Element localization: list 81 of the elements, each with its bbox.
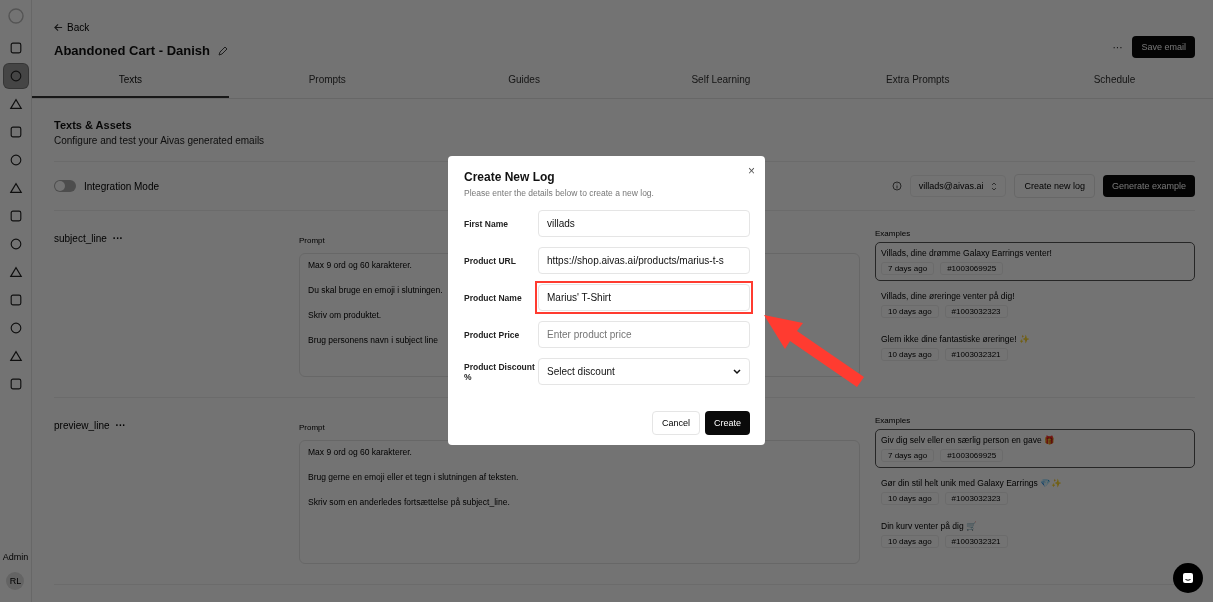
- age-tag: 7 days ago: [881, 449, 935, 462]
- field-label: Product Discount %: [464, 361, 536, 382]
- example-card[interactable]: Glem ikke dine fantastiske øreringe! ✨ 10 days ago #1003032321: [875, 328, 1195, 367]
- field-label: Product URL: [464, 255, 517, 266]
- example-card[interactable]: Giv dig selv eller en særlig person en gave 🎁 7 days ago #1003069925: [875, 429, 1195, 468]
- account-select[interactable]: villads@aivas.ai: [909, 175, 1007, 197]
- generate-example-button[interactable]: Generate example: [1102, 175, 1195, 197]
- page-title: Abandoned Cart - Danish: [54, 43, 210, 58]
- block-name: preview_line: [54, 420, 110, 433]
- example-card[interactable]: Villads, dine drømme Galaxy Earrings venter! 7 days ago #1003069925: [875, 242, 1195, 281]
- prompt-label: Prompt: [299, 423, 325, 432]
- field-label: Product Name: [464, 292, 523, 303]
- example-card[interactable]: Din kurv venter på dig 🛒 10 days ago #1003032321: [875, 515, 1195, 554]
- prompt-line: Brug gerne en emoji eller et tegn i slutningen af teksten.: [308, 472, 519, 482]
- examples-label: Examples: [875, 416, 912, 425]
- tab[interactable]: Texts: [32, 62, 229, 98]
- example-card[interactable]: Gør din stil helt unik med Galaxy Earrings 💎✨ 10 days ago #1003032323: [875, 472, 1195, 511]
- order-tag: #1003069925: [940, 449, 1004, 462]
- back-link[interactable]: Back: [54, 22, 228, 33]
- field-label: First Name: [464, 218, 509, 229]
- input-field[interactable]: Enter product price: [538, 321, 750, 348]
- age-tag: 10 days ago: [881, 535, 939, 548]
- logo-icon: [7, 8, 24, 24]
- prompt-line: Skriv som en anderledes fortsættelse på subject_line.: [308, 497, 510, 507]
- pencil-icon[interactable]: [218, 45, 228, 56]
- prompt-label: Prompt: [299, 236, 325, 245]
- prompt-line: Brug personens navn i subject line: [308, 335, 438, 345]
- create-new-log-button[interactable]: Create new log: [1014, 174, 1095, 198]
- prompt-line: Max 9 ord og 60 karakterer.: [308, 260, 412, 270]
- chat-button[interactable]: [1173, 563, 1203, 593]
- integration-toggle[interactable]: [54, 180, 76, 192]
- role-label: Admin: [2, 552, 29, 562]
- tab[interactable]: Extra Prompts: [819, 62, 1017, 98]
- chat-icon: [1182, 572, 1194, 584]
- more-button[interactable]: ···: [112, 233, 123, 377]
- age-tag: 10 days ago: [881, 305, 939, 318]
- example-text: Villads, dine øreringe venter på dig!: [881, 291, 1016, 301]
- tab[interactable]: Guides: [425, 62, 623, 98]
- order-tag: #1003032323: [944, 492, 1008, 505]
- age-tag: 7 days ago: [881, 262, 935, 275]
- order-tag: #1003032323: [944, 305, 1008, 318]
- tab[interactable]: Prompts: [228, 62, 426, 98]
- example-text: Giv dig selv eller en særlig person en gave 🎁: [881, 435, 1056, 445]
- prompt-line: Skriv om produktet.: [308, 310, 382, 320]
- info-icon[interactable]: [891, 181, 902, 191]
- prompt-line: Du skal bruge en emoji i slutningen.: [308, 285, 443, 295]
- integration-label: Integration Mode: [84, 180, 160, 192]
- dialog-subtitle: Please enter the details below to create a new log.: [464, 188, 655, 198]
- age-tag: 10 days ago: [881, 492, 939, 505]
- age-tag: 10 days ago: [881, 348, 939, 361]
- arrow-left-icon: [54, 23, 63, 32]
- dialog-title: Create New Log: [464, 170, 556, 184]
- save-email-button[interactable]: Save email: [1132, 36, 1195, 58]
- example-card[interactable]: Villads, dine øreringe venter på dig! 10 days ago #1003032323: [875, 285, 1195, 324]
- cancel-button[interactable]: Cancel: [651, 411, 700, 435]
- chevron-updown-icon: [991, 181, 998, 191]
- discount-select[interactable]: Select discount: [538, 358, 750, 385]
- create-button[interactable]: Create: [705, 411, 750, 435]
- tab[interactable]: Self Learning: [622, 62, 820, 98]
- more-button[interactable]: ···: [115, 420, 126, 564]
- section-subtitle: Configure and test your Aivas generated emails: [54, 135, 266, 146]
- input-field[interactable]: Marius' T-Shirt: [538, 284, 750, 311]
- block-name: subject_line: [54, 233, 107, 246]
- example-text: Glem ikke dine fantastiske øreringe! ✨: [881, 334, 1031, 344]
- close-button[interactable]: ×: [748, 164, 755, 178]
- section-title: Texts & Assets: [54, 119, 133, 131]
- examples-label: Examples: [875, 229, 912, 238]
- input-field[interactable]: https://shop.aivas.ai/products/marius-t-s: [538, 247, 750, 274]
- order-tag: #1003069925: [940, 262, 1004, 275]
- example-text: Gør din stil helt unik med Galaxy Earrings 💎✨: [881, 478, 1064, 488]
- order-tag: #1003032321: [944, 348, 1008, 361]
- field-label: Product Price: [464, 329, 521, 340]
- prompt-line: Max 9 ord og 60 karakterer.: [308, 447, 412, 457]
- example-text: Din kurv venter på dig 🛒: [881, 521, 979, 531]
- avatar[interactable]: RL: [6, 572, 25, 590]
- more-button[interactable]: ···: [1112, 41, 1123, 53]
- input-field[interactable]: villads: [538, 210, 750, 237]
- example-text: Villads, dine drømme Galaxy Earrings venter!: [881, 248, 1053, 258]
- chevron-down-icon: [733, 368, 741, 375]
- tab[interactable]: Schedule: [1016, 62, 1213, 98]
- order-tag: #1003032321: [944, 535, 1008, 548]
